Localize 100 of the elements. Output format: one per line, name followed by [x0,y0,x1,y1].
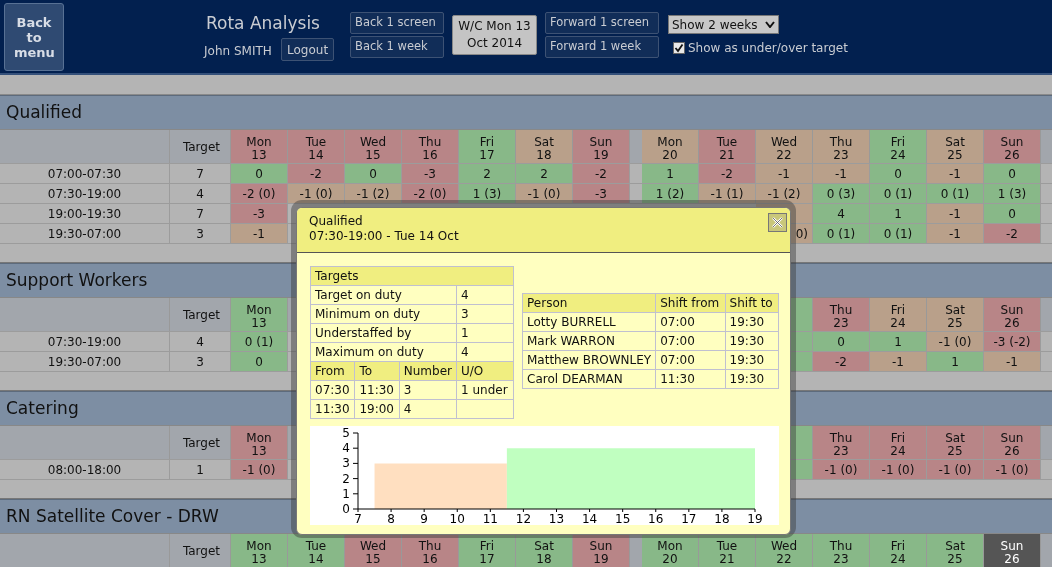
table-cell: 07:00 [655,312,726,332]
table-cell[interactable]: 0 [813,332,870,351]
table-cell[interactable]: 2 [516,164,573,183]
table-cell[interactable]: -1 (2) [345,184,402,203]
table-cell[interactable]: -1 (0) [984,460,1041,479]
table-cell[interactable]: -2 (0) [402,184,459,203]
day-header: Sat 25 [927,426,984,459]
forward-button[interactable]: Forward 1 screen [545,12,659,34]
table-cell[interactable]: -1 [231,224,288,243]
day-header: Tue 21 [699,534,756,567]
week-commencing-button[interactable]: W/C Mon 13 Oct 2014 [452,15,537,55]
table-cell[interactable]: -1 (0) [288,184,345,203]
table-cell[interactable]: -1 [927,164,984,183]
table-cell[interactable]: 1 [642,164,699,183]
table-cell[interactable]: -1 (2) [756,184,813,203]
checkbox[interactable] [673,42,685,54]
table-cell[interactable]: -1 [813,164,870,183]
table-cell[interactable]: 0 (1) [231,332,288,351]
table-cell[interactable]: 1 (3) [459,184,516,203]
table-cell[interactable]: -2 [813,352,870,371]
table-cell[interactable]: 0 [984,164,1041,183]
x-tick-label: 16 [648,512,664,525]
table-cell[interactable]: 1 (2) [642,184,699,203]
target-value: 4 [456,342,514,362]
section-title: Support Workers [6,268,148,292]
back-button[interactable]: Back 1 week [350,36,444,58]
table-cell[interactable]: 1 [927,352,984,371]
table-cell[interactable]: 0 [984,204,1041,223]
table-cell[interactable]: -3 (-2) [984,332,1041,351]
day-header: Mon 13 [231,298,288,331]
checkbox-label: Show as under/over target [688,40,848,57]
table-cell[interactable]: 0 (1) [813,224,870,243]
day-header: Wed 15 [345,534,402,567]
x-tick-label: 14 [581,512,598,525]
section-title: RN Satellite Cover - DRW [6,504,219,528]
target-value: 7 [196,165,204,183]
table-cell[interactable]: -1 [870,352,927,371]
table-cell[interactable]: -1 [756,164,813,183]
table-cell[interactable]: -2 (0) [231,184,288,203]
table-cell[interactable]: 0 [231,164,288,183]
table-cell[interactable]: -1 (0) [927,460,984,479]
x-tick-label: 15 [615,512,631,525]
y-tick-label: 0 [342,502,350,516]
table-cell[interactable]: 0 [345,164,402,183]
table-cell[interactable]: 1 [870,204,927,223]
table-cell[interactable]: -1 [984,352,1041,371]
table-cell: Carol DEARMAN [522,369,656,389]
table-cell[interactable]: -1 [927,224,984,243]
table-cell[interactable]: -2 [573,164,630,183]
logout-button[interactable]: Logout [281,38,335,61]
app-title: Rota Analysis [206,12,320,35]
table-cell[interactable]: 0 (1) [870,184,927,203]
x-tick-label: 10 [449,512,465,525]
close-button[interactable] [768,213,787,232]
day-header: Fri 24 [870,426,927,459]
period-select[interactable]: Show 2 weeks [668,15,779,34]
table-cell[interactable]: 0 [231,352,288,371]
table-cell[interactable]: -2 [984,224,1041,243]
table-cell: 19:30 [725,331,779,351]
table-cell[interactable]: -1 (0) [813,460,870,479]
table-cell[interactable]: 0 (3) [813,184,870,203]
dropdown-caret-icon [765,21,775,28]
table-cell[interactable]: -2 [699,164,756,183]
table-cell: 19:00 [354,399,400,419]
table-cell[interactable]: 2 [459,164,516,183]
table-cell[interactable]: -3 [231,204,288,223]
day-header: Tue 14 [288,534,345,567]
day-header: Sun 26 [984,130,1041,163]
column-header: From [310,361,355,381]
target-label: Understaffed by [310,323,457,343]
table-cell[interactable]: -1 (0) [231,460,288,479]
day-header: Thu 16 [402,534,459,567]
day-header: Sat 18 [516,534,573,567]
column-header: Number [399,361,457,381]
forward-button[interactable]: Forward 1 week [545,36,659,58]
column-header: Shift to [725,293,779,313]
table-cell[interactable]: -1 (0) [516,184,573,203]
table-cell[interactable]: 0 (1) [870,224,927,243]
table-cell: 07:00 [655,331,726,351]
back-to-menu-button[interactable]: Back to menu [4,3,64,71]
table-cell: 3 [399,380,457,400]
table-cell[interactable]: -1 [927,204,984,223]
day-header: Sun 19 [573,130,630,163]
table-cell[interactable]: -2 [288,164,345,183]
table-cell: 1 under [456,380,514,400]
table-cell[interactable]: 0 [870,164,927,183]
table-cell: 4 [399,399,457,419]
day-header: Thu 23 [813,534,870,567]
table-cell[interactable]: 1 (3) [984,184,1041,203]
table-cell[interactable]: -1 (0) [870,460,927,479]
table-cell[interactable]: 1 [870,332,927,351]
back-button[interactable]: Back 1 screen [350,12,444,34]
day-header: Fri 24 [870,534,927,567]
table-cell[interactable]: -1 (1) [699,184,756,203]
table-cell[interactable]: 4 [813,204,870,223]
day-header: Sun 19 [573,534,630,567]
table-cell[interactable]: -3 [402,164,459,183]
table-cell[interactable]: 0 (1) [927,184,984,203]
table-cell[interactable]: -3 [573,184,630,203]
table-cell[interactable]: -1 (0) [927,332,984,351]
